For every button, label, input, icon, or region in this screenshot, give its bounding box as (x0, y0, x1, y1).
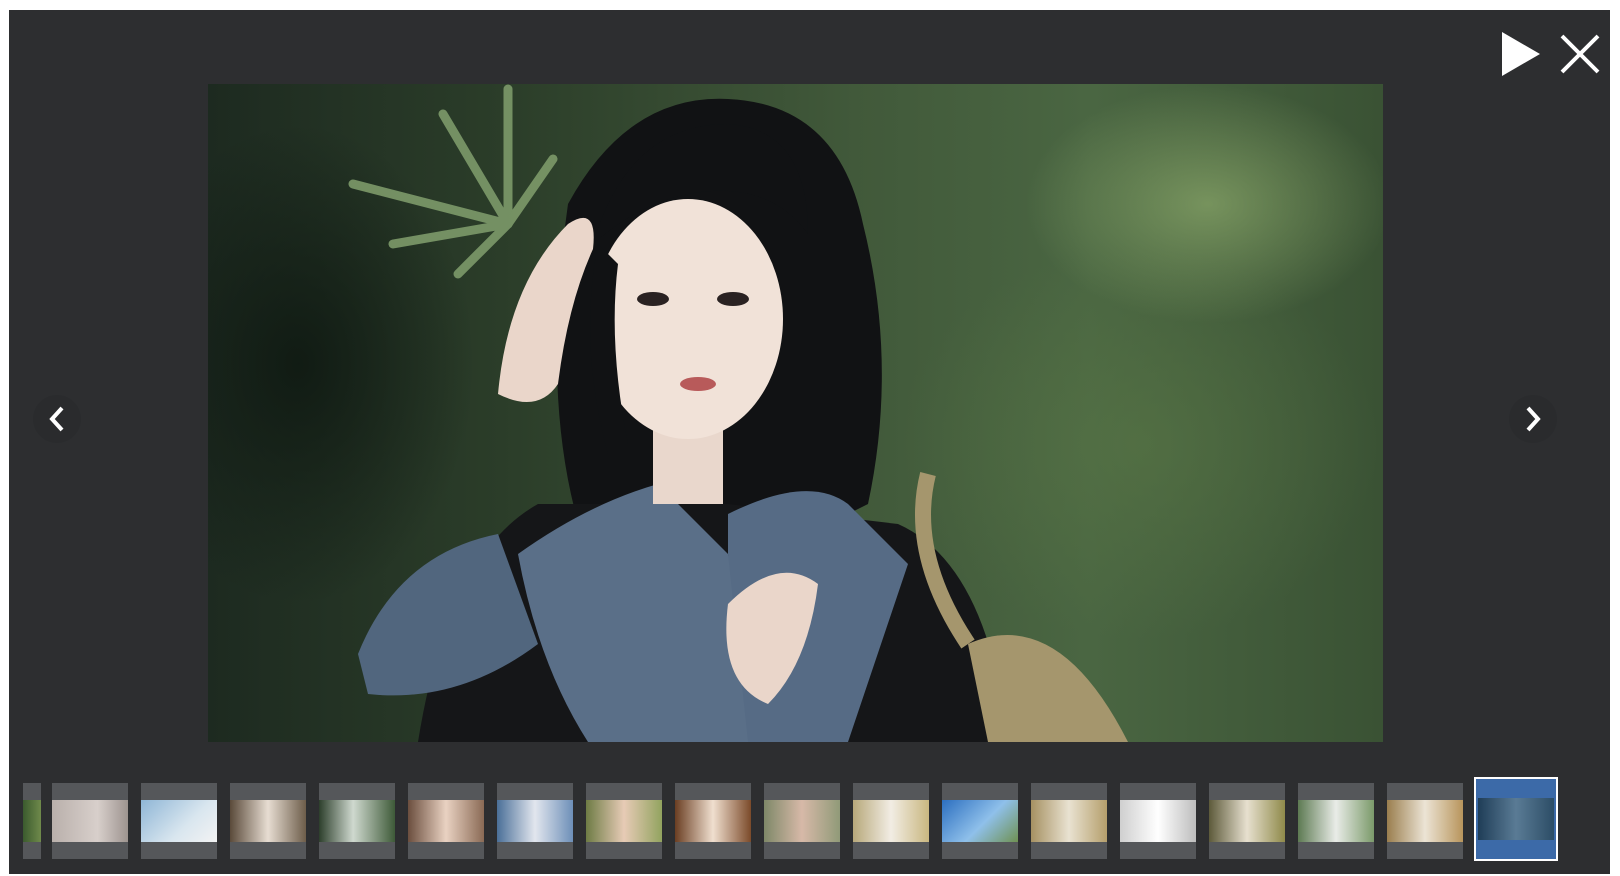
thumbnail[interactable] (1298, 783, 1374, 859)
previous-image-button[interactable] (33, 395, 81, 443)
play-slideshow-button[interactable] (1494, 28, 1546, 80)
thumbnail[interactable] (141, 783, 217, 859)
thumbnail[interactable] (1031, 783, 1107, 859)
image-viewer (9, 10, 1610, 874)
main-photo (208, 84, 1383, 742)
thumbnail[interactable] (764, 783, 840, 859)
thumbnail[interactable] (230, 783, 306, 859)
thumbnail[interactable] (408, 783, 484, 859)
thumbnail[interactable] (319, 783, 395, 859)
close-icon (1560, 34, 1600, 74)
chevron-right-icon (1526, 406, 1541, 432)
thumbnail[interactable] (52, 783, 128, 859)
thumbnail[interactable] (1209, 783, 1285, 859)
thumbnail[interactable] (586, 783, 662, 859)
thumbnail-strip (9, 775, 1610, 865)
play-icon (1502, 32, 1540, 76)
thumbnail[interactable] (1120, 783, 1196, 859)
thumbnail[interactable] (23, 783, 41, 859)
thumbnail[interactable] (497, 783, 573, 859)
thumbnail[interactable] (853, 783, 929, 859)
chevron-left-icon (49, 406, 64, 432)
thumbnail[interactable] (675, 783, 751, 859)
thumbnail-active[interactable] (1474, 777, 1558, 861)
close-button[interactable] (1558, 32, 1602, 76)
photo-illustration (348, 84, 1128, 742)
thumbnail[interactable] (942, 783, 1018, 859)
next-image-button[interactable] (1509, 395, 1557, 443)
thumbnail[interactable] (1387, 783, 1463, 859)
